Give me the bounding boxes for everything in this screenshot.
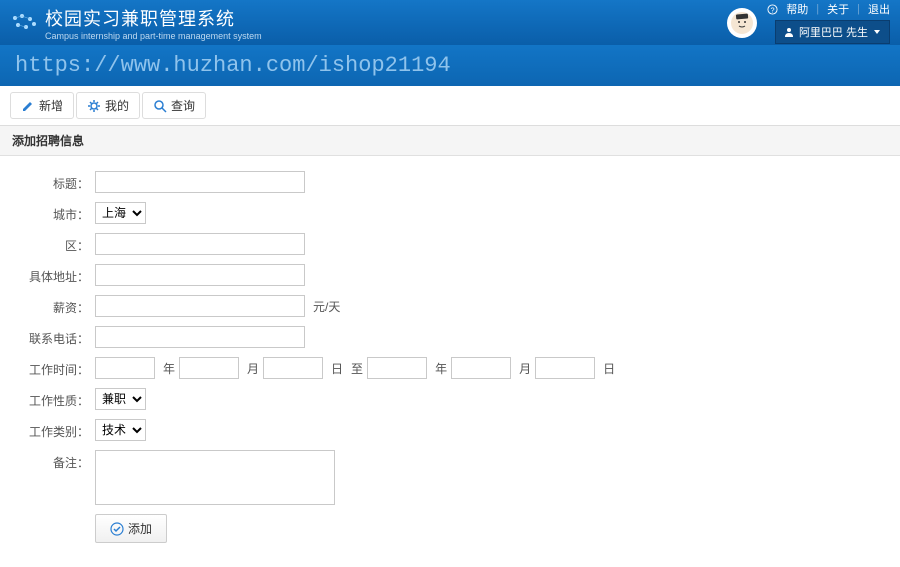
title-input[interactable]	[95, 171, 305, 193]
worktype-label: 工作性质：	[20, 388, 95, 409]
worktime-label: 工作时间：	[20, 357, 95, 378]
about-link[interactable]: 关于	[827, 1, 849, 17]
to-label: 至	[351, 360, 363, 377]
search-icon	[153, 99, 167, 113]
app-subtitle: Campus internship and part-time manageme…	[45, 31, 262, 41]
phone-label: 联系电话：	[20, 326, 95, 347]
phone-input[interactable]	[95, 326, 305, 348]
district-label: 区：	[20, 233, 95, 254]
chevron-down-icon	[873, 28, 881, 36]
user-icon	[784, 27, 794, 37]
start-month-input[interactable]	[179, 357, 239, 379]
salary-label: 薪资：	[20, 295, 95, 316]
salary-unit: 元/天	[313, 298, 340, 315]
address-input[interactable]	[95, 264, 305, 286]
help-link[interactable]: 帮助	[786, 1, 808, 17]
salary-input[interactable]	[95, 295, 305, 317]
svg-text:?: ?	[771, 5, 775, 14]
remark-textarea[interactable]	[95, 450, 335, 505]
address-label: 具体地址：	[20, 264, 95, 285]
category-select[interactable]: 技术	[95, 419, 146, 441]
user-dropdown[interactable]: 阿里巴巴 先生	[775, 20, 890, 44]
pencil-icon	[21, 99, 35, 113]
logout-link[interactable]: 退出	[868, 1, 890, 17]
help-icon: ?	[767, 4, 778, 15]
section-title: 添加招聘信息	[0, 126, 900, 156]
category-label: 工作类别：	[20, 419, 95, 440]
submit-button[interactable]: 添加	[95, 514, 167, 543]
gear-icon	[87, 99, 101, 113]
user-name: 阿里巴巴 先生	[799, 24, 868, 40]
url-watermark: https://www.huzhan.com/ishop21194	[0, 45, 900, 86]
mine-button[interactable]: 我的	[76, 92, 140, 119]
worktype-select[interactable]: 兼职	[95, 388, 146, 410]
title-label: 标题：	[20, 171, 95, 192]
toolbar: 新增 我的 查询	[0, 86, 900, 126]
start-day-input[interactable]	[263, 357, 323, 379]
end-month-input[interactable]	[451, 357, 511, 379]
form: 标题： 城市： 上海 区： 具体地址： 薪资： 元/天 联系电话： 工作时间： …	[0, 156, 900, 567]
search-button[interactable]: 查询	[142, 92, 206, 119]
app-title: 校园实习兼职管理系统	[45, 5, 262, 31]
check-circle-icon	[110, 522, 124, 536]
city-select[interactable]: 上海	[95, 202, 146, 224]
logo-text: 校园实习兼职管理系统 Campus internship and part-ti…	[45, 5, 262, 41]
remark-label: 备注：	[20, 450, 95, 471]
start-year-input[interactable]	[95, 357, 155, 379]
header: 校园实习兼职管理系统 Campus internship and part-ti…	[0, 0, 900, 45]
city-label: 城市：	[20, 202, 95, 223]
district-input[interactable]	[95, 233, 305, 255]
add-button[interactable]: 新增	[10, 92, 74, 119]
avatar[interactable]	[727, 8, 757, 38]
logo-icon	[10, 13, 40, 33]
end-day-input[interactable]	[535, 357, 595, 379]
end-year-input[interactable]	[367, 357, 427, 379]
